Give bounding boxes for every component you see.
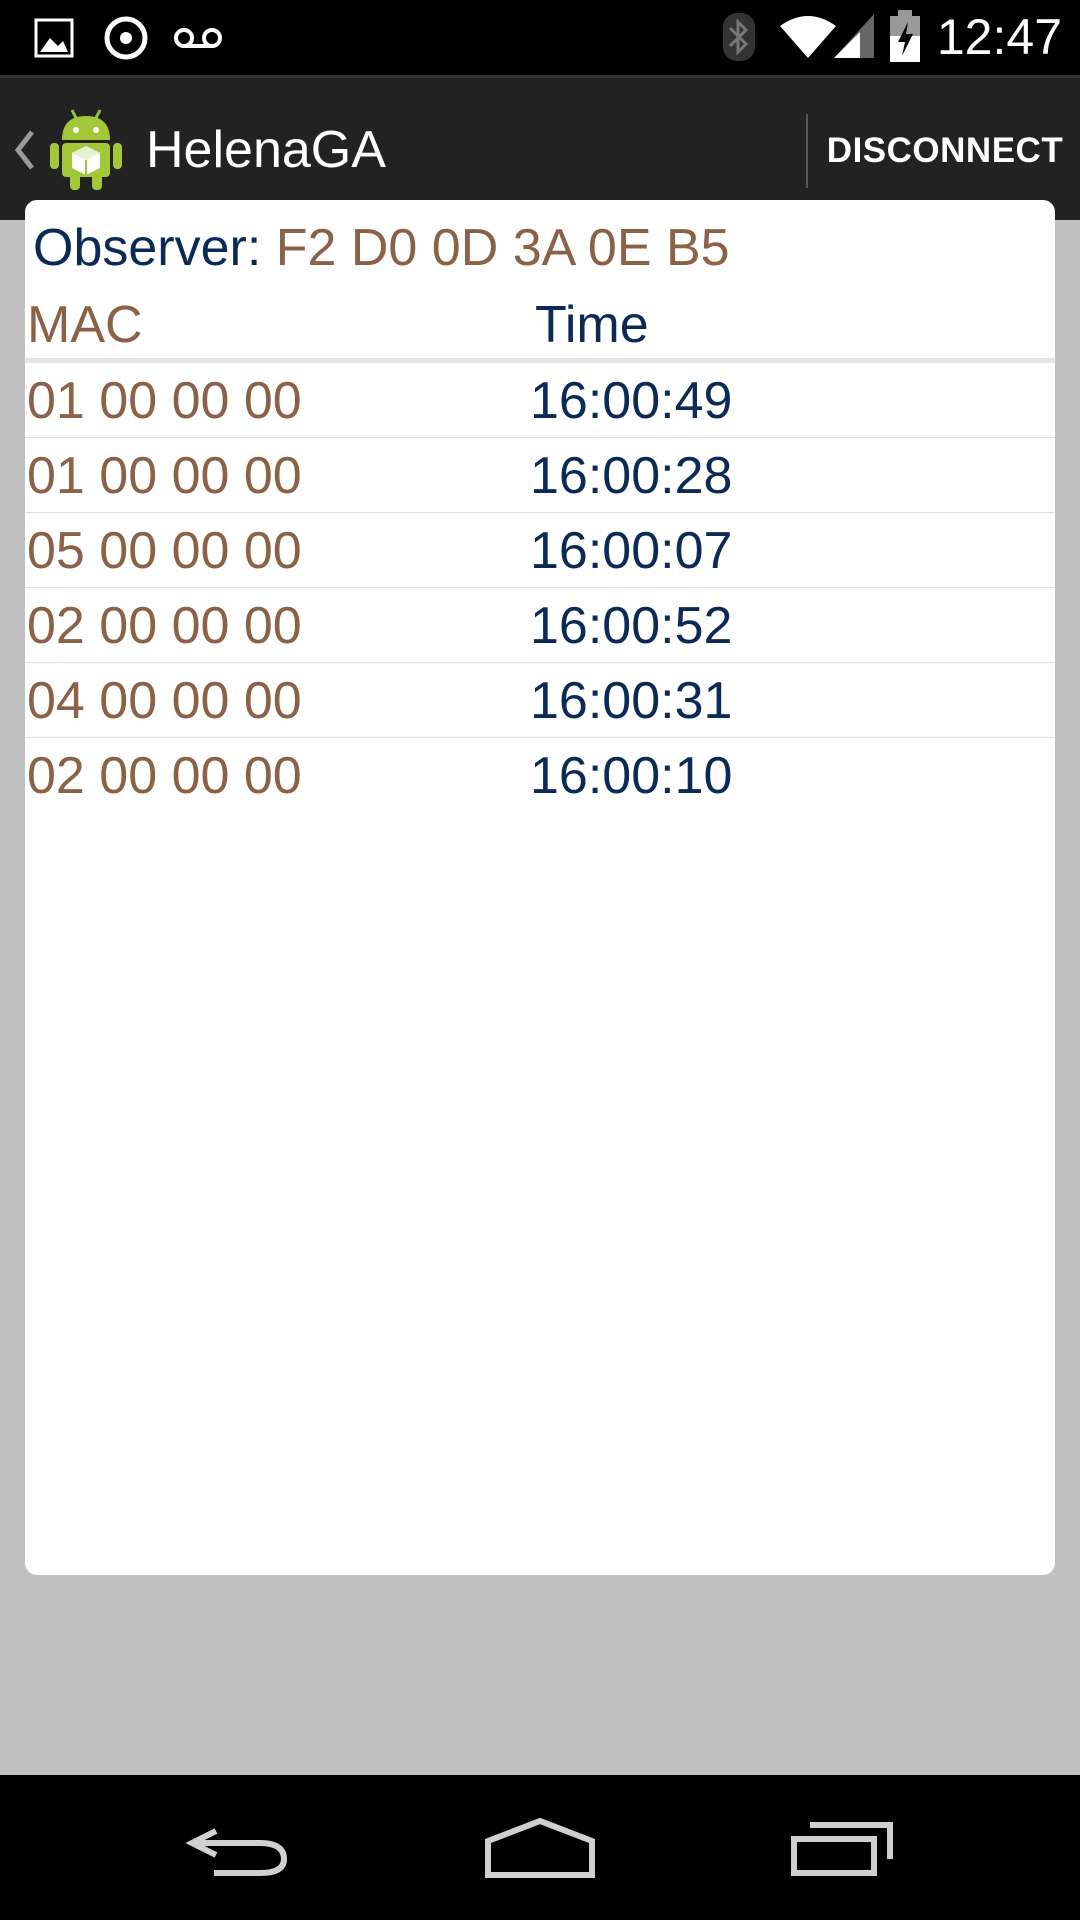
- status-bar: 12:47: [0, 0, 1080, 75]
- time-cell: 16:00:49: [530, 372, 733, 430]
- android-app-icon[interactable]: [46, 106, 126, 197]
- observer-address: F2 D0 0D 3A 0E B5: [275, 219, 730, 277]
- mac-cell: 01 00 00 00: [27, 447, 302, 505]
- results-card: Observer: F2 D0 0D 3A 0E B5 MAC Time 01 …: [25, 200, 1055, 1575]
- battery-icon: [888, 10, 922, 69]
- column-header-mac: MAC: [27, 296, 143, 354]
- time-cell: 16:00:10: [530, 747, 733, 805]
- time-cell: 16:00:07: [530, 522, 733, 580]
- observer-label: Observer:: [33, 219, 262, 277]
- time-cell: 16:00:52: [530, 597, 733, 655]
- clock: 12:47: [936, 9, 1062, 65]
- app-title: HelenaGA: [146, 121, 386, 179]
- table-row[interactable]: 02 00 00 00 16:00:10: [25, 738, 1055, 812]
- observer-line: Observer: F2 D0 0D 3A 0E B5: [33, 218, 730, 278]
- recents-icon[interactable]: [790, 1821, 894, 1882]
- table-row[interactable]: 01 00 00 00 16:00:49: [25, 363, 1055, 438]
- content-area: Observer: F2 D0 0D 3A 0E B5 MAC Time 01 …: [0, 200, 1080, 1775]
- table-body: 01 00 00 00 16:00:49 01 00 00 00 16:00:2…: [25, 363, 1055, 812]
- action-divider: [806, 114, 808, 188]
- phone-screen: 12:47 HelenaGA DISCONNECT Observer: F2 D…: [0, 0, 1080, 1920]
- back-icon[interactable]: [185, 1821, 290, 1882]
- table-row[interactable]: 01 00 00 00 16:00:28: [25, 438, 1055, 513]
- chevron-left-icon[interactable]: [12, 128, 36, 177]
- signal-icon: [832, 12, 876, 65]
- mac-cell: 01 00 00 00: [27, 372, 302, 430]
- mac-cell: 02 00 00 00: [27, 597, 302, 655]
- table-header: MAC Time: [25, 295, 1055, 355]
- bluetooth-icon: [722, 12, 756, 67]
- table-row[interactable]: 05 00 00 00 16:00:07: [25, 513, 1055, 588]
- gallery-icon: [34, 18, 74, 63]
- table-row[interactable]: 02 00 00 00 16:00:52: [25, 588, 1055, 663]
- table-row[interactable]: 04 00 00 00 16:00:31: [25, 663, 1055, 738]
- voicemail-icon: [172, 24, 224, 57]
- column-header-time: Time: [535, 296, 649, 354]
- home-icon[interactable]: [484, 1817, 596, 1884]
- navigation-bar: [0, 1775, 1080, 1920]
- wifi-icon: [778, 14, 838, 65]
- time-cell: 16:00:28: [530, 447, 733, 505]
- mac-cell: 02 00 00 00: [27, 747, 302, 805]
- mac-cell: 04 00 00 00: [27, 672, 302, 730]
- time-cell: 16:00:31: [530, 672, 733, 730]
- mac-cell: 05 00 00 00: [27, 522, 302, 580]
- sync-icon: [102, 14, 150, 67]
